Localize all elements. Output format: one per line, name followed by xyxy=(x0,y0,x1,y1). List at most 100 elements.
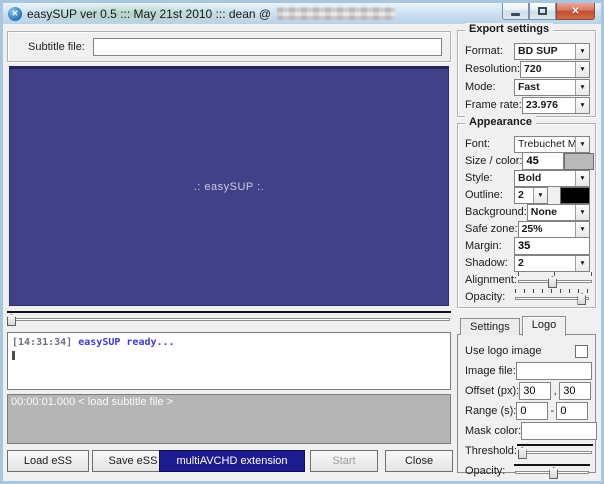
chevron-down-icon[interactable] xyxy=(575,170,589,186)
format-value: BD SUP xyxy=(518,44,558,57)
window-title: easySUP ver 0.5 ::: May 21st 2010 ::: de… xyxy=(27,6,272,21)
subtitle-file-label: Subtitle file: xyxy=(28,40,85,53)
opacity-label: Opacity: xyxy=(465,291,506,303)
chevron-down-icon[interactable] xyxy=(575,43,589,59)
chevron-down-icon[interactable] xyxy=(575,79,589,95)
mask-color-label: Mask color: xyxy=(465,425,522,437)
mode-row: Mode: Fast xyxy=(465,78,590,96)
tab-logo[interactable]: Logo xyxy=(521,316,567,336)
offset-row: Offset (px): , xyxy=(465,382,592,400)
safe-zone-select[interactable]: 25% xyxy=(517,220,590,238)
style-value: Bold xyxy=(518,171,542,184)
margin-row: Margin: xyxy=(465,237,590,255)
font-select[interactable]: Trebuchet MS xyxy=(514,135,590,153)
chevron-down-icon[interactable] xyxy=(575,255,589,271)
range-to-input[interactable] xyxy=(556,402,589,420)
load-ess-button[interactable]: Load eSS xyxy=(7,450,89,472)
chevron-down-icon[interactable] xyxy=(575,97,589,113)
slider-ticks xyxy=(515,289,589,293)
chevron-down-icon[interactable] xyxy=(575,136,589,152)
font-size-input[interactable] xyxy=(522,152,565,170)
safe-zone-row: Safe zone: 25% xyxy=(465,220,590,238)
subtitle-event-list: 00:00:01.000 < load subtitle file > xyxy=(7,394,451,444)
background-row: Background: None xyxy=(465,203,590,221)
offset-separator: , xyxy=(553,385,557,397)
logo-opacity-row: Opacity: xyxy=(465,463,590,479)
multiavchd-extension-button[interactable]: multiAVCHD extension xyxy=(159,450,305,472)
mask-color-row: Mask color: xyxy=(465,422,598,440)
titlebar[interactable]: easySUP ver 0.5 ::: May 21st 2010 ::: de… xyxy=(3,3,601,24)
outline-select[interactable]: 2 xyxy=(514,186,548,204)
resolution-select[interactable]: 720 xyxy=(520,60,590,78)
log-timestamp: [14:31:34] xyxy=(12,337,73,348)
font-color-swatch[interactable] xyxy=(564,152,595,170)
slider-track-bar xyxy=(7,311,451,313)
slider-ticks xyxy=(517,272,592,276)
logo-opacity-slider[interactable] xyxy=(514,463,590,479)
close-button[interactable]: ✕ xyxy=(556,3,595,20)
offset-x-input[interactable] xyxy=(519,382,552,400)
slider-groove xyxy=(517,451,592,454)
logo-tab-panel: Use logo image Image file: Offset (px): … xyxy=(457,334,598,479)
background-select[interactable]: None xyxy=(526,203,590,221)
threshold-row: Threshold: xyxy=(465,443,593,459)
appearance-title: Appearance xyxy=(465,116,536,128)
safe-zone-value: 25% xyxy=(521,222,543,235)
alignment-slider[interactable] xyxy=(517,272,593,288)
opacity-slider[interactable] xyxy=(514,289,590,305)
preview-watermark: .: easySUP :. xyxy=(193,181,265,193)
subtitle-preview-canvas: .: easySUP :. xyxy=(9,66,449,306)
close-icon: ✕ xyxy=(571,5,580,17)
chevron-down-icon[interactable] xyxy=(575,221,589,237)
format-select[interactable]: BD SUP xyxy=(514,42,590,60)
shadow-select[interactable]: 2 xyxy=(514,254,590,272)
style-row: Style: Bold xyxy=(465,169,590,187)
frame-rate-label: Frame rate: xyxy=(465,99,522,111)
slider-thumb[interactable] xyxy=(7,314,16,326)
log-output[interactable]: [14:31:34] easySUP ready... xyxy=(7,332,451,390)
mode-select[interactable]: Fast xyxy=(514,78,590,96)
tab-settings[interactable]: Settings xyxy=(460,318,520,335)
opacity-row: Opacity: xyxy=(465,289,590,305)
range-label: Range (s): xyxy=(465,405,517,417)
image-file-label: Image file: xyxy=(465,365,516,377)
slider-thumb[interactable] xyxy=(547,276,557,288)
background-label: Background: xyxy=(465,206,527,218)
threshold-label: Threshold: xyxy=(465,445,517,457)
outline-color-swatch[interactable] xyxy=(560,186,590,204)
minimize-button[interactable] xyxy=(502,3,529,20)
frame-rate-select[interactable]: 23.976 xyxy=(521,96,590,114)
slider-thumb[interactable] xyxy=(577,293,587,305)
slider-thumb[interactable] xyxy=(549,467,559,479)
subtitle-event-item: 00:00:01.000 < load subtitle file > xyxy=(11,396,174,408)
frame-rate-value: 23.976 xyxy=(525,98,558,111)
image-file-input[interactable] xyxy=(515,362,592,380)
style-select[interactable]: Bold xyxy=(514,169,590,187)
threshold-slider[interactable] xyxy=(516,443,593,459)
alignment-label: Alignment: xyxy=(465,274,517,286)
image-file-row: Image file: xyxy=(465,362,592,380)
timeline-position-slider[interactable] xyxy=(7,310,451,328)
use-logo-checkbox[interactable] xyxy=(575,344,588,358)
slider-thumb[interactable] xyxy=(517,447,527,459)
export-settings-title: Export settings xyxy=(465,23,554,35)
chevron-down-icon[interactable] xyxy=(575,61,589,77)
client-area: Subtitle file: .: easySUP :. [14:31:34] … xyxy=(3,23,601,481)
subtitle-file-group: Subtitle file: xyxy=(7,31,451,62)
minimize-icon xyxy=(511,12,520,16)
mode-label: Mode: xyxy=(465,81,496,93)
export-settings-group: Export settings Format: BD SUP Resolutio… xyxy=(457,23,596,117)
font-label: Font: xyxy=(465,138,491,150)
margin-input[interactable] xyxy=(514,237,590,255)
safe-zone-label: Safe zone: xyxy=(465,223,518,235)
chevron-down-icon[interactable] xyxy=(575,204,589,220)
chevron-down-icon[interactable] xyxy=(533,187,547,203)
maximize-button[interactable] xyxy=(529,3,556,20)
redacted-username xyxy=(277,7,396,20)
settings-logo-tabbar: Settings Logo xyxy=(460,315,568,336)
offset-y-input[interactable] xyxy=(559,382,592,400)
subtitle-file-input[interactable] xyxy=(92,37,442,56)
mask-color-input[interactable] xyxy=(521,422,598,440)
close-dialog-button[interactable]: Close xyxy=(385,450,453,472)
range-from-input[interactable] xyxy=(516,402,549,420)
